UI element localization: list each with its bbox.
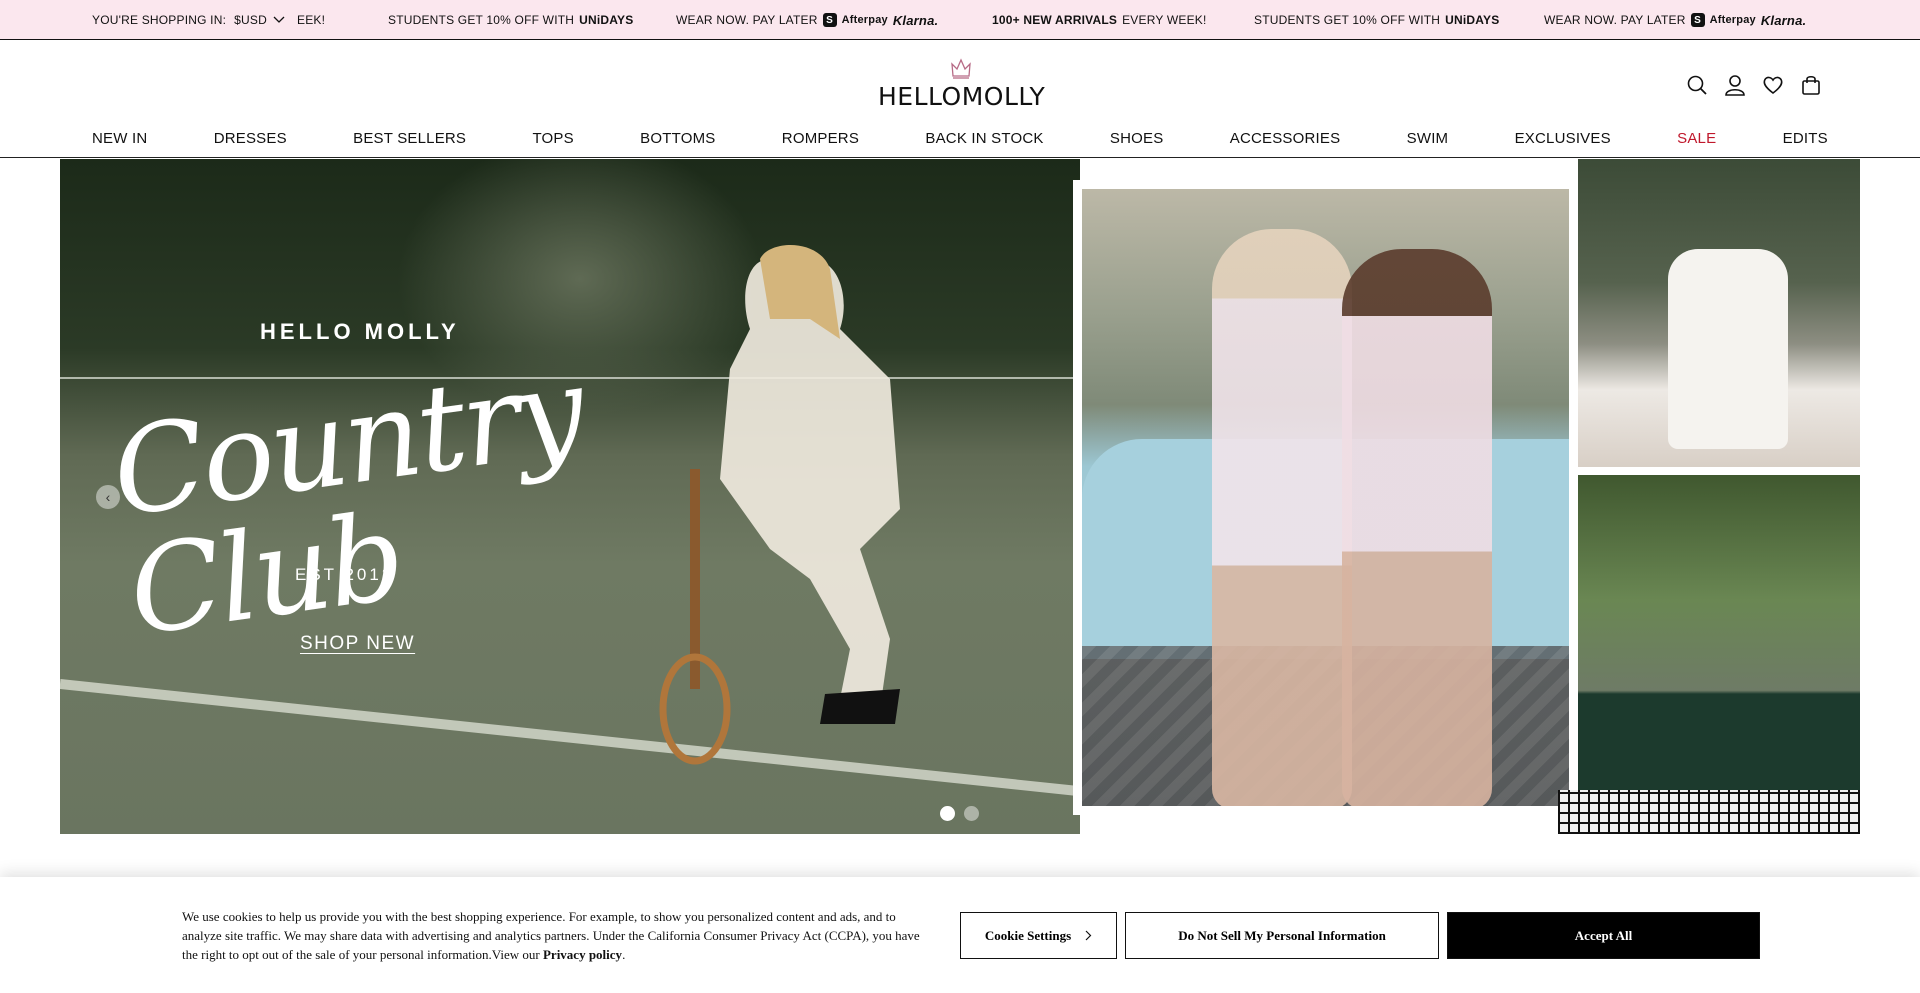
nav-item-bottoms[interactable]: BOTTOMS [640,130,715,147]
promo-text: EVERY WEEK! [1122,13,1207,27]
currency-selector[interactable]: YOU'RE SHOPPING IN: $USD [92,13,285,27]
nav-item-back-in-stock[interactable]: BACK IN STOCK [925,130,1043,147]
hero-side-images [1558,159,1860,834]
white-dress-shape [1668,249,1788,449]
promo-text: STUDENTS GET 10% OFF WITH [1254,13,1441,27]
logo-wordmark: HELLOMOLLY [878,82,1046,111]
currency-value: $USD [234,12,267,27]
afterpay-logo: Afterpay [1709,14,1756,26]
announcement-bar: YOU'RE SHOPPING IN: $USD EEK! STUDENTS G… [0,0,1920,40]
promo-paylater[interactable]: WEAR NOW. PAY LATER S Afterpay Klarna. [676,0,938,40]
cookie-text: We use cookies to help us provide you wi… [182,907,922,964]
promo-bold: 100+ NEW ARRIVALS [992,13,1118,27]
unidays-logo: UNiDAYS [579,13,634,27]
photo-two-models-car [1082,189,1569,806]
do-not-sell-label: Do Not Sell My Personal Information [1178,927,1386,943]
afterpay-icon: S [822,13,837,27]
nav-item-accessories[interactable]: ACCESSORIES [1230,130,1341,147]
hero-est: EST 2012 [295,565,395,584]
currency-dropdown[interactable]: $USD [234,13,285,27]
promo-partial-text: EEK! [297,13,326,27]
cookie-settings-button[interactable]: Cookie Settings [960,912,1117,959]
header-icons [1686,74,1822,96]
model-figure [659,245,900,765]
model-brunette [1342,249,1492,806]
cookie-settings-label: Cookie Settings [984,927,1072,943]
nav-item-new-in[interactable]: NEW IN [92,130,147,147]
do-not-sell-button[interactable]: Do Not Sell My Personal Information [1125,912,1439,959]
nav-item-edits[interactable]: EDITS [1783,130,1828,147]
promo-text: WEAR NOW. PAY LATER [1544,13,1686,27]
hero-carousel[interactable]: ‹ HELLO MOLLY Country Club EST 2012 SHOP… [60,159,1860,834]
carousel-dot-2[interactable] [964,806,979,821]
nav-item-exclusives[interactable]: EXCLUSIVES [1515,130,1611,147]
nav-item-sale[interactable]: SALE [1677,130,1716,147]
photo-model-tea [1578,159,1860,467]
currency-label: YOU'RE SHOPPING IN: [92,12,227,27]
klarna-logo: Klarna. [1760,12,1807,28]
carousel-dots [940,806,979,821]
promo-unidays-2[interactable]: STUDENTS GET 10% OFF WITH UNiDAYS [1254,0,1499,40]
nav-item-best-sellers[interactable]: BEST SELLERS [353,130,466,147]
main-nav: NEW IN DRESSES BEST SELLERS TOPS BOTTOMS… [92,130,1828,147]
photo-model-hoodie [1558,475,1860,834]
nav-item-dresses[interactable]: DRESSES [214,130,287,147]
carousel-dot-1[interactable] [940,806,955,821]
chevron-right-icon [1085,930,1092,941]
privacy-policy-link[interactable]: Privacy policy [543,947,622,962]
afterpay-logo: Afterpay [841,14,888,26]
accept-all-button[interactable]: Accept All [1447,912,1760,959]
hero-title: Country Club [104,340,591,663]
unidays-logo: UNiDAYS [1445,13,1500,27]
promo-paylater-2[interactable]: WEAR NOW. PAY LATER S Afterpay Klarna. [1544,0,1806,40]
nav-item-tops[interactable]: TOPS [532,130,573,147]
hero-main-image: ‹ HELLO MOLLY Country Club EST 2012 SHOP… [60,159,1080,834]
hero-brand: HELLO MOLLY [260,319,460,344]
promo-partial: EEK! [297,0,325,40]
search-icon[interactable] [1686,74,1708,96]
promo-text: WEAR NOW. PAY LATER [676,13,818,27]
nav-item-shoes[interactable]: SHOES [1110,130,1164,147]
nav-item-rompers[interactable]: ROMPERS [782,130,859,147]
crown-icon [951,58,971,79]
site-header: HELLOMOLLY NEW IN DRESSES BEST SELLERS T… [0,40,1920,158]
shop-new-link[interactable]: SHOP NEW [300,633,415,655]
klarna-logo: Klarna. [892,12,939,28]
bag-icon[interactable] [1800,74,1822,96]
hero-polaroid-image [1073,180,1578,815]
cookie-banner: We use cookies to help us provide you wi… [0,877,1920,993]
afterpay-icon: S [1690,13,1705,27]
chevron-down-icon [273,16,285,23]
heart-icon[interactable] [1762,74,1784,96]
promo-text: STUDENTS GET 10% OFF WITH [388,13,575,27]
model-blonde [1212,229,1352,806]
cookie-suffix: . [622,947,626,962]
account-icon[interactable] [1724,74,1746,96]
site-logo[interactable]: HELLOMOLLY [878,58,1046,112]
promo-unidays[interactable]: STUDENTS GET 10% OFF WITH UNiDAYS [388,0,633,40]
accept-all-label: Accept All [1574,927,1633,943]
tennis-net [1558,790,1860,834]
promo-arrivals[interactable]: 100+ NEW ARRIVALS EVERY WEEK! [992,0,1207,40]
nav-item-swim[interactable]: SWIM [1407,130,1449,147]
